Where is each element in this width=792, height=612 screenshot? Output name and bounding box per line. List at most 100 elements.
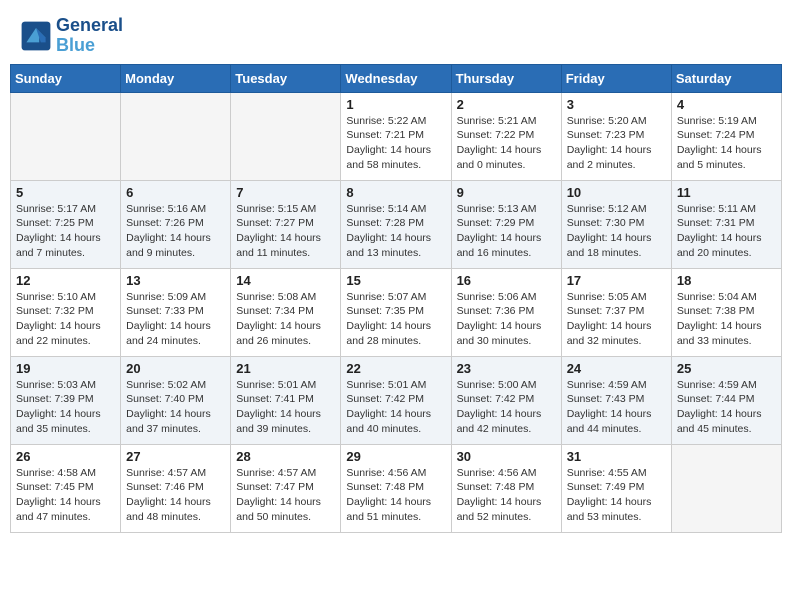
day-number: 22 [346,361,445,376]
logo-icon [20,20,52,52]
day-number: 31 [567,449,666,464]
day-info: Sunrise: 5:19 AMSunset: 7:24 PMDaylight:… [677,114,776,173]
weekday-header: Wednesday [341,64,451,92]
weekday-header: Friday [561,64,671,92]
calendar-day-cell: 15 Sunrise: 5:07 AMSunset: 7:35 PMDayligh… [341,268,451,356]
calendar-day-cell: 21 Sunrise: 5:01 AMSunset: 7:41 PMDayligh… [231,356,341,444]
calendar-day-cell: 11 Sunrise: 5:11 AMSunset: 7:31 PMDayligh… [671,180,781,268]
day-info: Sunrise: 5:04 AMSunset: 7:38 PMDaylight:… [677,290,776,349]
day-info: Sunrise: 4:56 AMSunset: 7:48 PMDaylight:… [457,466,556,525]
calendar-day-cell: 13 Sunrise: 5:09 AMSunset: 7:33 PMDayligh… [121,268,231,356]
day-number: 29 [346,449,445,464]
day-info: Sunrise: 4:57 AMSunset: 7:47 PMDaylight:… [236,466,335,525]
calendar-day-cell: 7Sunrise: 5:15 AMSunset: 7:27 PMDaylight… [231,180,341,268]
calendar-day-cell [231,92,341,180]
day-info: Sunrise: 4:56 AMSunset: 7:48 PMDaylight:… [346,466,445,525]
weekday-header: Sunday [11,64,121,92]
day-number: 1 [346,97,445,112]
day-number: 27 [126,449,225,464]
calendar-day-cell [671,444,781,532]
day-info: Sunrise: 5:06 AMSunset: 7:36 PMDaylight:… [457,290,556,349]
calendar-day-cell: 19 Sunrise: 5:03 AMSunset: 7:39 PMDayligh… [11,356,121,444]
calendar-day-cell: 4 Sunrise: 5:19 AMSunset: 7:24 PMDaylight… [671,92,781,180]
day-number: 15 [346,273,445,288]
weekday-header: Saturday [671,64,781,92]
calendar-day-cell: 20 Sunrise: 5:02 AMSunset: 7:40 PMDayligh… [121,356,231,444]
calendar-week-row: 19 Sunrise: 5:03 AMSunset: 7:39 PMDayligh… [11,356,782,444]
day-number: 17 [567,273,666,288]
day-number: 10 [567,185,666,200]
weekday-header: Tuesday [231,64,341,92]
day-info: Sunrise: 5:03 AMSunset: 7:39 PMDaylight:… [16,378,115,437]
day-number: 11 [677,185,776,200]
day-number: 24 [567,361,666,376]
day-info: Sunrise: 5:00 AMSunset: 7:42 PMDaylight:… [457,378,556,437]
calendar-day-cell: 17Sunrise: 5:05 AMSunset: 7:37 PMDayligh… [561,268,671,356]
day-info: Sunrise: 4:58 AMSunset: 7:45 PMDaylight:… [16,466,115,525]
day-info: Sunrise: 5:20 AMSunset: 7:23 PMDaylight:… [567,114,666,173]
day-number: 8 [346,185,445,200]
day-info: Sunrise: 5:22 AMSunset: 7:21 PMDaylight:… [346,114,445,173]
calendar-day-cell: 14 Sunrise: 5:08 AMSunset: 7:34 PMDayligh… [231,268,341,356]
day-number: 23 [457,361,556,376]
day-number: 14 [236,273,335,288]
calendar-day-cell: 9Sunrise: 5:13 AMSunset: 7:29 PMDaylight… [451,180,561,268]
day-info: Sunrise: 5:21 AMSunset: 7:22 PMDaylight:… [457,114,556,173]
calendar-day-cell: 25 Sunrise: 4:59 AMSunset: 7:44 PMDayligh… [671,356,781,444]
calendar-day-cell: 10 Sunrise: 5:12 AMSunset: 7:30 PMDayligh… [561,180,671,268]
calendar-day-cell [121,92,231,180]
day-info: Sunrise: 5:01 AMSunset: 7:42 PMDaylight:… [346,378,445,437]
calendar-day-cell: 2Sunrise: 5:21 AMSunset: 7:22 PMDaylight… [451,92,561,180]
calendar-day-cell: 29 Sunrise: 4:56 AMSunset: 7:48 PMDayligh… [341,444,451,532]
calendar-day-cell: 1 Sunrise: 5:22 AMSunset: 7:21 PMDaylight… [341,92,451,180]
calendar-day-cell: 30 Sunrise: 4:56 AMSunset: 7:48 PMDayligh… [451,444,561,532]
day-number: 4 [677,97,776,112]
calendar-week-row: 26 Sunrise: 4:58 AMSunset: 7:45 PMDayligh… [11,444,782,532]
day-number: 26 [16,449,115,464]
calendar-day-cell: 31 Sunrise: 4:55 AMSunset: 7:49 PMDayligh… [561,444,671,532]
day-info: Sunrise: 5:12 AMSunset: 7:30 PMDaylight:… [567,202,666,261]
calendar-day-cell: 6Sunrise: 5:16 AMSunset: 7:26 PMDaylight… [121,180,231,268]
day-info: Sunrise: 5:11 AMSunset: 7:31 PMDaylight:… [677,202,776,261]
day-number: 3 [567,97,666,112]
day-number: 20 [126,361,225,376]
logo: General Blue [20,16,123,56]
calendar-week-row: 12 Sunrise: 5:10 AMSunset: 7:32 PMDayligh… [11,268,782,356]
day-info: Sunrise: 4:59 AMSunset: 7:43 PMDaylight:… [567,378,666,437]
calendar-day-cell: 22 Sunrise: 5:01 AMSunset: 7:42 PMDayligh… [341,356,451,444]
day-number: 18 [677,273,776,288]
day-info: Sunrise: 5:17 AMSunset: 7:25 PMDaylight:… [16,202,115,261]
day-number: 13 [126,273,225,288]
calendar-day-cell: 12 Sunrise: 5:10 AMSunset: 7:32 PMDayligh… [11,268,121,356]
day-number: 16 [457,273,556,288]
day-number: 19 [16,361,115,376]
day-number: 21 [236,361,335,376]
calendar-day-cell: 26 Sunrise: 4:58 AMSunset: 7:45 PMDayligh… [11,444,121,532]
day-number: 12 [16,273,115,288]
calendar-day-cell: 5Sunrise: 5:17 AMSunset: 7:25 PMDaylight… [11,180,121,268]
day-number: 30 [457,449,556,464]
day-number: 9 [457,185,556,200]
calendar-day-cell: 27Sunrise: 4:57 AMSunset: 7:46 PMDayligh… [121,444,231,532]
page-header: General Blue [0,0,792,64]
calendar-week-row: 1 Sunrise: 5:22 AMSunset: 7:21 PMDaylight… [11,92,782,180]
calendar-day-cell: 3 Sunrise: 5:20 AMSunset: 7:23 PMDaylight… [561,92,671,180]
day-info: Sunrise: 5:09 AMSunset: 7:33 PMDaylight:… [126,290,225,349]
day-number: 25 [677,361,776,376]
calendar-body: 1 Sunrise: 5:22 AMSunset: 7:21 PMDaylight… [11,92,782,532]
calendar-day-cell: 24 Sunrise: 4:59 AMSunset: 7:43 PMDayligh… [561,356,671,444]
calendar-day-cell [11,92,121,180]
day-info: Sunrise: 5:01 AMSunset: 7:41 PMDaylight:… [236,378,335,437]
day-info: Sunrise: 5:08 AMSunset: 7:34 PMDaylight:… [236,290,335,349]
calendar-day-cell: 16 Sunrise: 5:06 AMSunset: 7:36 PMDayligh… [451,268,561,356]
calendar-week-row: 5Sunrise: 5:17 AMSunset: 7:25 PMDaylight… [11,180,782,268]
day-info: Sunrise: 5:07 AMSunset: 7:35 PMDaylight:… [346,290,445,349]
calendar-day-cell: 28Sunrise: 4:57 AMSunset: 7:47 PMDayligh… [231,444,341,532]
day-info: Sunrise: 5:10 AMSunset: 7:32 PMDaylight:… [16,290,115,349]
day-info: Sunrise: 5:16 AMSunset: 7:26 PMDaylight:… [126,202,225,261]
day-info: Sunrise: 4:59 AMSunset: 7:44 PMDaylight:… [677,378,776,437]
day-info: Sunrise: 5:02 AMSunset: 7:40 PMDaylight:… [126,378,225,437]
calendar-wrapper: SundayMondayTuesdayWednesdayThursdayFrid… [0,64,792,543]
calendar-header: SundayMondayTuesdayWednesdayThursdayFrid… [11,64,782,92]
day-info: Sunrise: 4:55 AMSunset: 7:49 PMDaylight:… [567,466,666,525]
